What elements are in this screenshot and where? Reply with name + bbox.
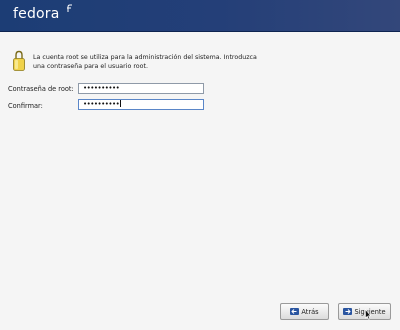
back-button[interactable]: Atrás	[280, 303, 329, 320]
arrow-right-icon	[343, 308, 353, 315]
arrow-left-icon	[290, 308, 300, 315]
root-password-value: ••••••••••	[83, 84, 120, 92]
mouse-pointer-icon	[365, 309, 371, 320]
root-password-input[interactable]: ••••••••••	[78, 83, 204, 94]
installer-panel	[0, 32, 400, 330]
confirm-password-value: ••••••••••	[83, 100, 120, 108]
root-password-label: Contraseña de root:	[8, 85, 74, 93]
text-cursor	[120, 100, 122, 107]
confirm-password-label: Confirmar:	[8, 102, 43, 110]
root-account-description: La cuenta root se utiliza para la admini…	[33, 54, 257, 70]
lock-icon	[13, 50, 25, 71]
fedora-infinity-icon	[67, 4, 72, 12]
back-button-label: Atrás	[301, 307, 319, 316]
fedora-logo: fedora	[13, 6, 60, 22]
confirm-password-input[interactable]: ••••••••••	[78, 99, 204, 110]
top-banner: fedora	[0, 0, 400, 32]
